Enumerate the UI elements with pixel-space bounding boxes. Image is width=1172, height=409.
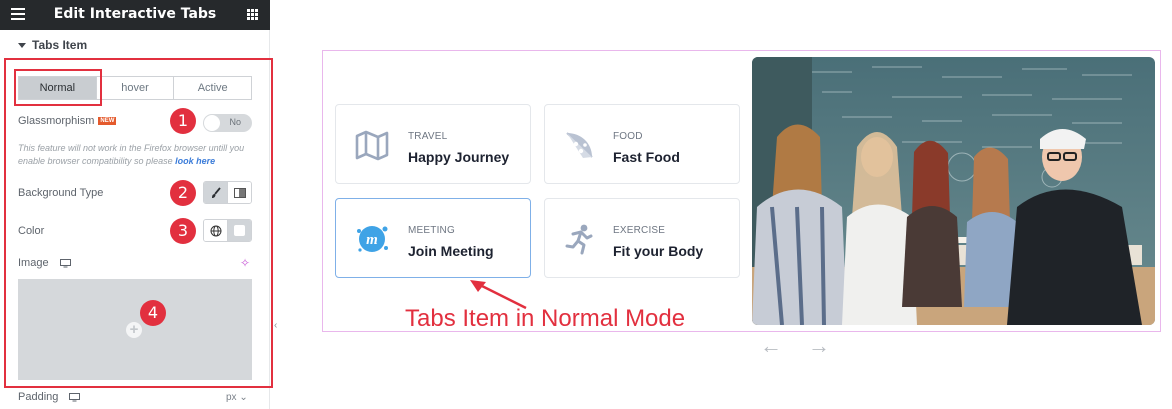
tab-card-meeting[interactable]: m MEETING Join Meeting bbox=[335, 198, 531, 278]
padding-unit: px bbox=[226, 392, 237, 403]
card-title: Fit your Body bbox=[613, 243, 704, 259]
panel-header: Edit Interactive Tabs bbox=[0, 0, 270, 30]
prev-arrow-icon[interactable]: ← bbox=[760, 333, 782, 359]
card-kicker: TRAVEL bbox=[408, 131, 448, 142]
svg-text:m: m bbox=[366, 232, 378, 248]
annotation-normal-tab bbox=[14, 69, 102, 106]
marker-1: 1 bbox=[170, 108, 196, 134]
marker-4: 4 bbox=[140, 300, 166, 326]
annotation-frame bbox=[4, 58, 273, 388]
padding-label: Padding bbox=[18, 391, 81, 403]
card-title: Fast Food bbox=[613, 149, 680, 165]
tab-content-photo bbox=[752, 57, 1155, 325]
padding-unit-select[interactable]: px ⌄ bbox=[226, 392, 248, 403]
collapse-panel-icon[interactable]: ‹ bbox=[274, 320, 277, 331]
desktop-icon[interactable] bbox=[69, 392, 81, 402]
card-kicker: EXERCISE bbox=[613, 225, 666, 236]
carousel-arrows: ← → bbox=[760, 333, 830, 359]
card-kicker: FOOD bbox=[613, 131, 643, 142]
running-icon bbox=[565, 224, 593, 255]
next-arrow-icon[interactable]: → bbox=[808, 333, 830, 359]
widgets-grid-icon[interactable] bbox=[247, 9, 258, 20]
marker-2: 2 bbox=[170, 180, 196, 206]
section-toggle-tabs-item[interactable]: Tabs Item bbox=[18, 38, 87, 52]
card-title: Join Meeting bbox=[408, 243, 494, 259]
meeting-icon: m bbox=[357, 226, 388, 252]
tab-card-travel[interactable]: TRAVEL Happy Journey bbox=[335, 104, 531, 184]
map-icon bbox=[355, 130, 389, 161]
card-kicker: MEETING bbox=[408, 225, 455, 236]
padding-label-text: Padding bbox=[18, 391, 59, 403]
pizza-icon bbox=[566, 132, 593, 158]
tab-card-food[interactable]: FOOD Fast Food bbox=[544, 104, 740, 184]
panel-title: Edit Interactive Tabs bbox=[53, 6, 217, 22]
section-title: Tabs Item bbox=[32, 38, 88, 52]
card-title: Happy Journey bbox=[408, 149, 510, 165]
caret-down-icon bbox=[18, 42, 26, 48]
marker-3: 3 bbox=[170, 218, 196, 244]
tab-card-exercise[interactable]: EXERCISE Fit your Body bbox=[544, 198, 740, 278]
annotation-caption: Tabs Item in Normal Mode bbox=[405, 305, 686, 332]
